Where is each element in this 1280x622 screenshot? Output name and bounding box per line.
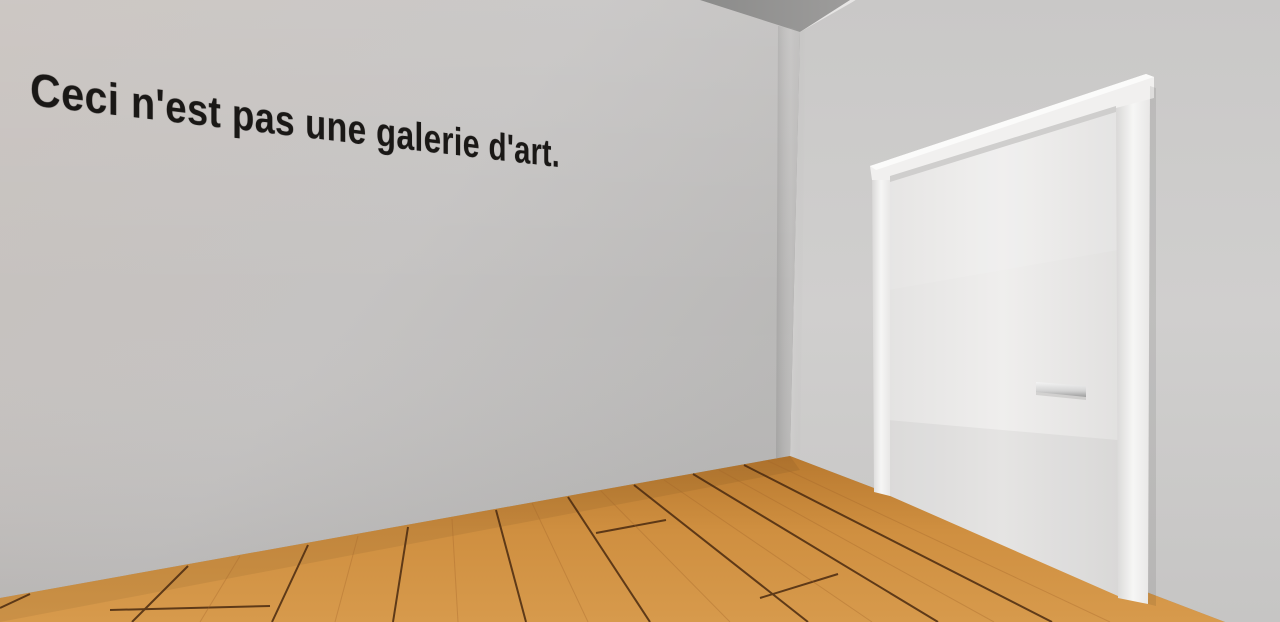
door-frame-right (1116, 86, 1150, 604)
game-viewport[interactable]: Ceci n'est pas une galerie d'art. (0, 0, 1280, 622)
door-frame-left (872, 162, 890, 496)
